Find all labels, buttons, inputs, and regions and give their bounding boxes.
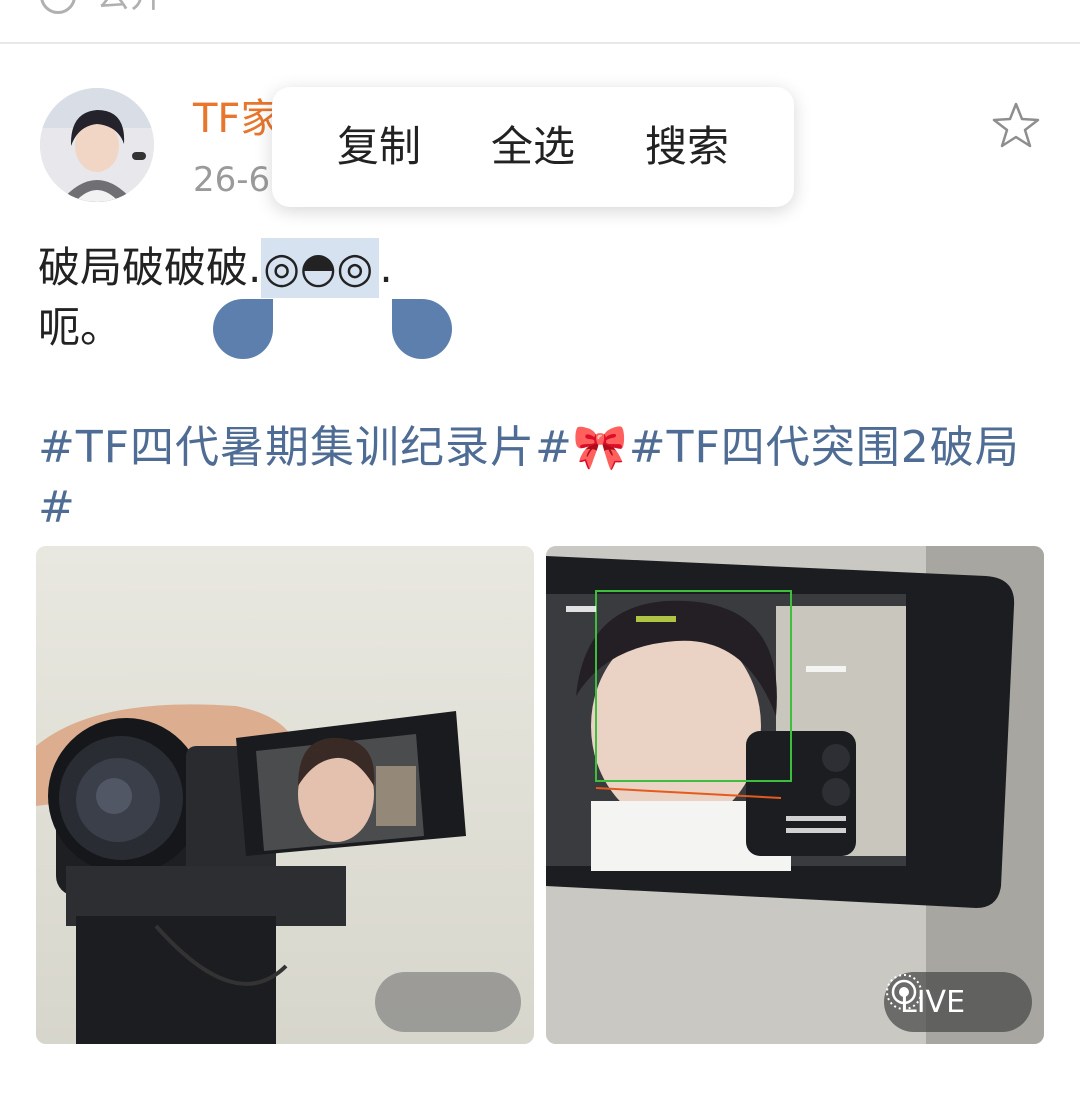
post-text-prefix: 破局破破破. — [38, 243, 262, 292]
select-all-menu-item[interactable]: 全选 — [491, 122, 575, 172]
post-timestamp: 26-6 — [193, 160, 271, 200]
star-outline-icon[interactable] — [990, 100, 1042, 152]
post-text-line-1: 破局破破破.◎◓◎. — [38, 238, 393, 298]
text-context-menu: 复制 全选 搜索 — [272, 87, 794, 207]
selected-text[interactable]: ◎◓◎ — [261, 238, 380, 298]
media-badge — [375, 972, 521, 1032]
post-image-viewfinder[interactable]: LIVE — [546, 546, 1044, 1044]
hashtag-link[interactable]: #TF四代暑期集训纪录片# — [38, 422, 573, 473]
hashtag-line: #TF四代暑期集训纪录片#🎀#TF四代突围2破局# — [38, 418, 1048, 538]
search-menu-item[interactable]: 搜索 — [645, 122, 729, 172]
copy-menu-item[interactable]: 复制 — [337, 122, 421, 172]
avatar[interactable] — [40, 88, 154, 202]
live-photo-icon — [886, 974, 922, 1010]
ribbon-emoji: 🎀 — [572, 422, 629, 473]
globe-icon — [40, 0, 76, 14]
post-text-suffix: . — [379, 243, 393, 292]
visibility-label: 公开 — [96, 0, 164, 16]
selection-handle-start[interactable] — [213, 299, 273, 359]
post-image-camera[interactable] — [36, 546, 534, 1044]
author-name[interactable]: TF家 — [193, 96, 280, 142]
live-badge[interactable]: LIVE — [884, 972, 1032, 1032]
selection-handle-end[interactable] — [392, 299, 452, 359]
top-visibility-bar: 公开 — [0, 0, 1080, 44]
